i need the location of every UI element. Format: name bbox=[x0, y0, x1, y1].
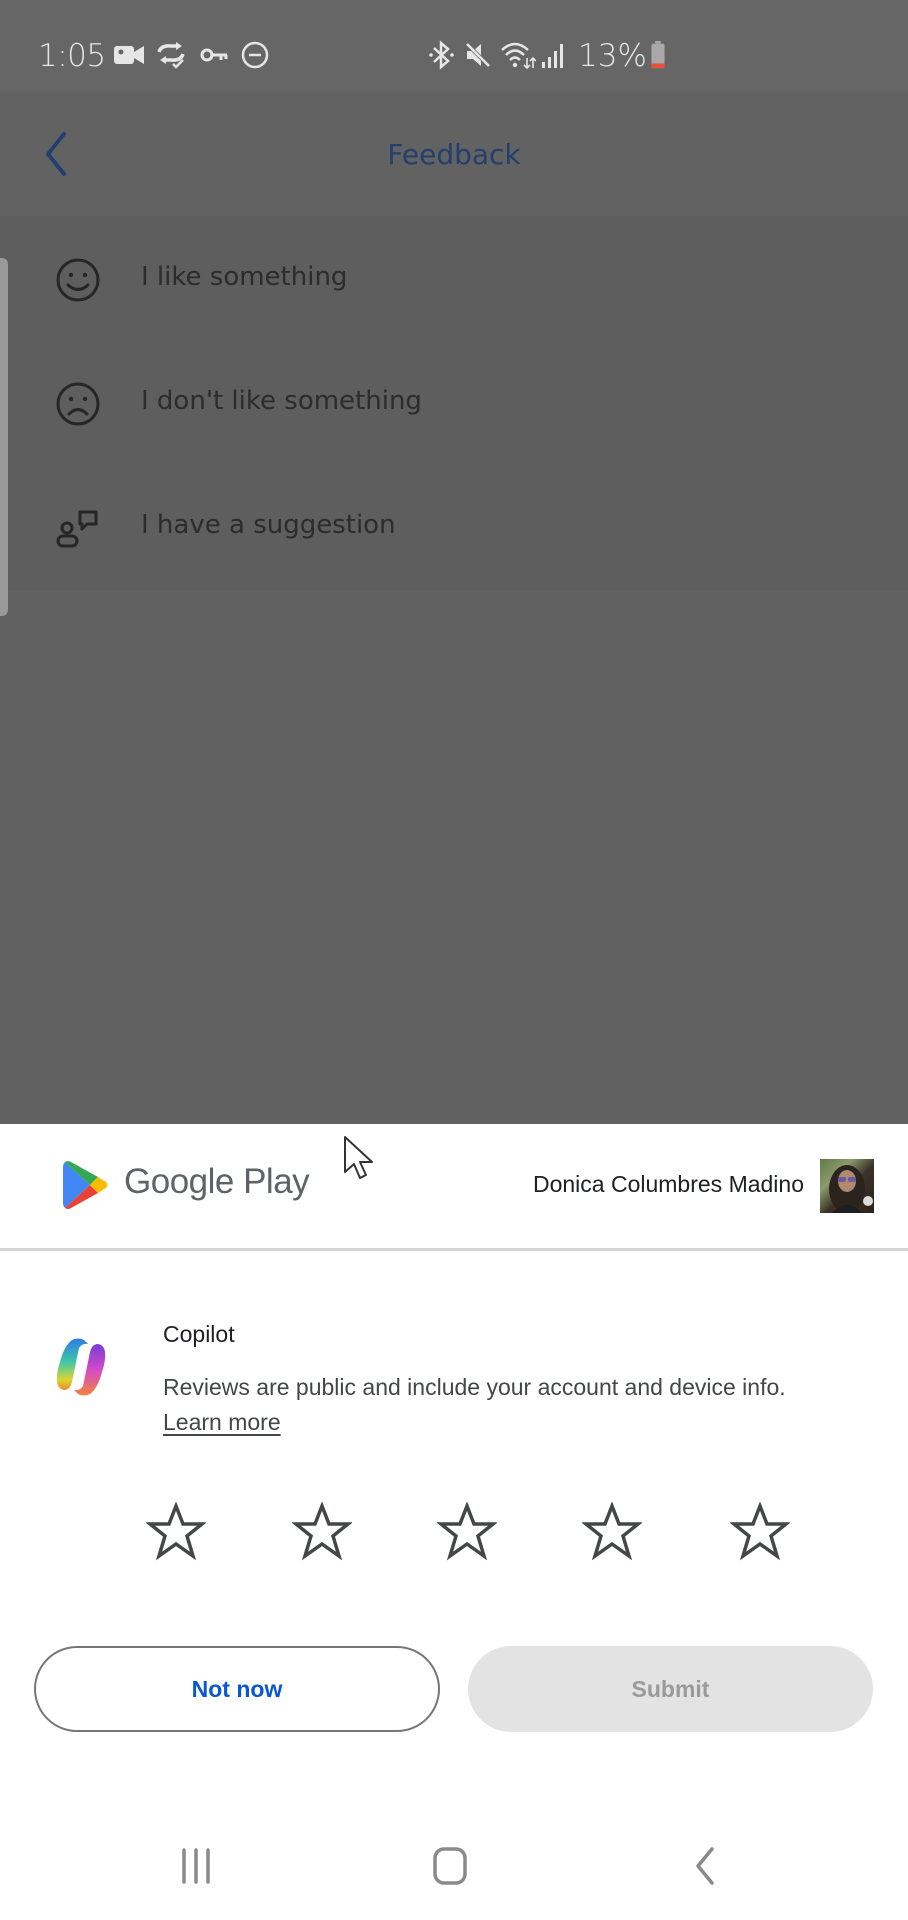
star-3-icon[interactable] bbox=[437, 1502, 497, 1562]
video-camera-icon bbox=[114, 46, 144, 64]
feedback-item-like[interactable]: I like something bbox=[0, 216, 908, 340]
wifi-icon bbox=[501, 42, 536, 70]
star-5-icon[interactable] bbox=[730, 1502, 790, 1562]
google-play-logo-icon bbox=[63, 1161, 108, 1209]
star-rating bbox=[0, 1502, 908, 1562]
status-time: 1:05 bbox=[38, 38, 106, 74]
google-play-wordmark: Google Play bbox=[124, 1162, 310, 1201]
home-icon[interactable] bbox=[430, 1846, 470, 1886]
smile-icon bbox=[56, 258, 100, 302]
feedback-item-label: I like something bbox=[141, 262, 348, 292]
learn-more-link[interactable]: Learn more bbox=[163, 1409, 281, 1436]
navigation-bar bbox=[0, 1800, 908, 1920]
frown-icon bbox=[56, 382, 100, 426]
not-now-button[interactable]: Not now bbox=[34, 1646, 440, 1732]
do-not-disturb-icon bbox=[241, 41, 269, 69]
background-app-scrim[interactable]: 1:05 13% Feedback I like something I don… bbox=[0, 0, 908, 1124]
copilot-app-icon bbox=[56, 1338, 106, 1396]
battery-percent: 13% bbox=[578, 38, 647, 74]
feedback-options-list: I like something I don't like something … bbox=[0, 216, 908, 590]
bluetooth-icon bbox=[429, 40, 454, 70]
submit-button[interactable]: Submit bbox=[468, 1646, 873, 1732]
account-name: Donica Columbres Madino bbox=[532, 1171, 804, 1197]
star-4-icon[interactable] bbox=[582, 1502, 642, 1562]
status-bar: 1:05 13% bbox=[0, 0, 908, 92]
back-icon[interactable] bbox=[690, 1846, 720, 1886]
feedback-item-label: I don't like something bbox=[141, 386, 422, 416]
mute-icon bbox=[464, 41, 492, 69]
review-disclaimer: Reviews are public and include your acco… bbox=[163, 1374, 786, 1400]
header-divider bbox=[0, 1248, 908, 1251]
signal-icon bbox=[542, 44, 563, 68]
app-name: Copilot bbox=[163, 1321, 235, 1347]
star-1-icon[interactable] bbox=[146, 1502, 206, 1562]
suggestion-icon bbox=[56, 510, 98, 548]
recents-icon[interactable] bbox=[178, 1846, 214, 1886]
avatar bbox=[820, 1159, 874, 1213]
vpn-key-icon bbox=[200, 48, 228, 62]
star-2-icon[interactable] bbox=[292, 1502, 352, 1562]
avatar-photo bbox=[829, 1165, 873, 1213]
feedback-item-suggestion[interactable]: I have a suggestion bbox=[0, 464, 908, 588]
feedback-item-dislike[interactable]: I don't like something bbox=[0, 340, 908, 464]
feedback-item-label: I have a suggestion bbox=[141, 510, 396, 540]
edge-panel-handle[interactable] bbox=[0, 258, 8, 616]
sync-check-icon bbox=[157, 42, 185, 69]
battery-icon bbox=[651, 40, 665, 69]
page-title: Feedback bbox=[387, 138, 521, 171]
mouse-cursor-icon bbox=[344, 1136, 373, 1179]
app-header: Feedback bbox=[0, 92, 908, 217]
